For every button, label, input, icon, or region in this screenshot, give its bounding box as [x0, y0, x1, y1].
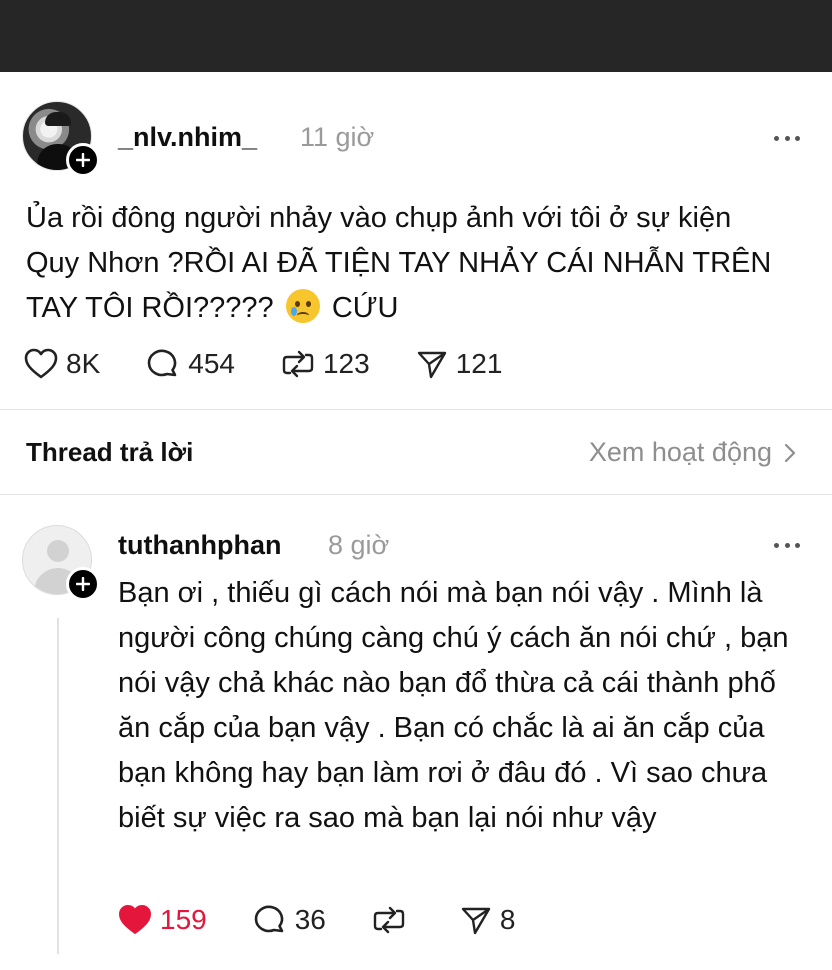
reply-time: 8 giờ: [328, 530, 390, 560]
repost-count: 123: [322, 348, 370, 379]
share-button[interactable]: 8: [460, 904, 516, 936]
comment-button[interactable]: 36: [253, 904, 326, 936]
repost-icon: [373, 906, 405, 934]
repost-button[interactable]: [372, 904, 414, 936]
crying-face-icon: [285, 289, 320, 323]
more-options-icon[interactable]: [774, 541, 800, 549]
heart-icon: [24, 348, 58, 379]
repost-icon: [282, 350, 314, 378]
post-text-end: CỨU: [331, 292, 399, 324]
post-time: 11 giờ: [300, 122, 375, 152]
reply-username[interactable]: tuthanhphan: [118, 530, 281, 561]
send-icon: [417, 351, 446, 379]
view-activity-label: Xem hoạt động: [588, 437, 772, 467]
post-text-main: Ủa rồi đông người nhảy vào chụp ảnh với …: [26, 202, 772, 324]
post-actions: 8K 454 123 121: [24, 348, 548, 380]
heart-filled-icon: [119, 905, 151, 934]
view-activity-link[interactable]: Xem hoạt động: [589, 437, 796, 468]
divider: [0, 409, 832, 410]
comment-button[interactable]: 454: [146, 348, 235, 380]
like-count: 159: [160, 904, 207, 935]
more-options-icon[interactable]: [774, 134, 800, 142]
share-count: 8: [499, 904, 516, 935]
follow-plus-icon[interactable]: [66, 143, 100, 177]
thread-line: [57, 618, 59, 954]
comment-icon: [148, 349, 177, 377]
repost-button[interactable]: 123: [281, 348, 370, 380]
chevron-right-icon: [784, 443, 796, 462]
follow-plus-icon[interactable]: [66, 567, 100, 601]
reply-actions: 159 36 8: [118, 904, 561, 936]
reply-text: Bạn ơi , thiếu gì cách nói mà bạn nói vậ…: [118, 577, 789, 834]
post-username[interactable]: _nlv.nhim_: [118, 122, 257, 153]
like-count: 8K: [66, 348, 101, 379]
send-icon: [461, 907, 491, 935]
thread-replies-label: Thread trả lời: [26, 437, 194, 467]
divider: [0, 494, 832, 495]
share-count: 121: [455, 348, 503, 379]
comment-count: 454: [188, 348, 235, 379]
status-bar: [0, 0, 832, 72]
comment-count: 36: [294, 904, 326, 935]
share-button[interactable]: 121: [416, 348, 503, 380]
like-button[interactable]: 159: [118, 904, 207, 936]
post-text: Ủa rồi đông người nhảy vào chụp ảnh với …: [26, 196, 786, 331]
like-button[interactable]: 8K: [24, 348, 100, 380]
comment-icon: [254, 905, 284, 933]
